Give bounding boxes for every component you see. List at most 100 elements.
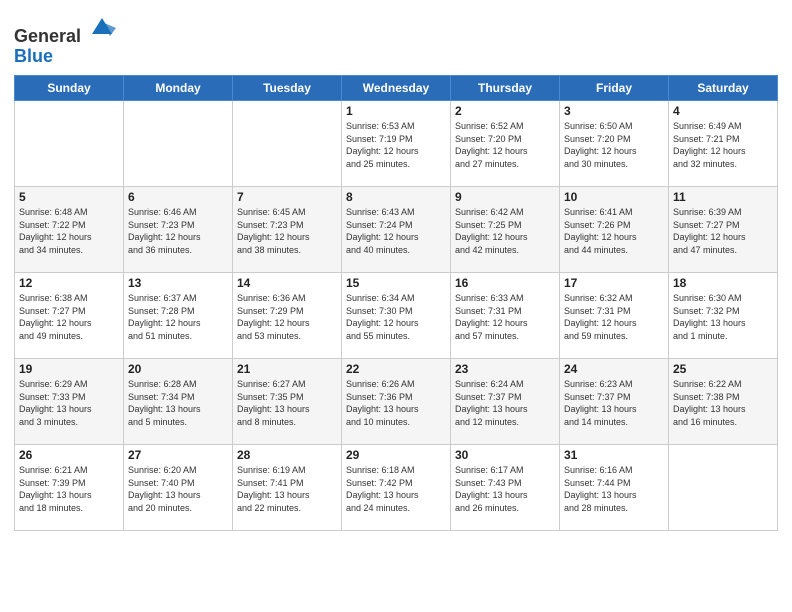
- day-of-week-header: Tuesday: [233, 76, 342, 101]
- day-of-week-header: Monday: [124, 76, 233, 101]
- day-info: Sunrise: 6:36 AM Sunset: 7:29 PM Dayligh…: [237, 292, 337, 342]
- calendar-cell: [15, 101, 124, 187]
- calendar-cell: 30Sunrise: 6:17 AM Sunset: 7:43 PM Dayli…: [451, 445, 560, 531]
- calendar-week-row: 26Sunrise: 6:21 AM Sunset: 7:39 PM Dayli…: [15, 445, 778, 531]
- day-number: 4: [673, 104, 773, 118]
- calendar-cell: 4 Sunrise: 6:49 AM Sunset: 7:21 PM Daylig…: [669, 101, 778, 187]
- day-number: 8: [346, 190, 446, 204]
- calendar-cell: [233, 101, 342, 187]
- logo-icon: [88, 14, 116, 42]
- day-info: Sunrise: 6:48 AM Sunset: 7:22 PM Dayligh…: [19, 206, 119, 256]
- day-of-week-header: Friday: [560, 76, 669, 101]
- day-info: Sunrise: 6:46 AM Sunset: 7:23 PM Dayligh…: [128, 206, 228, 256]
- day-number: 1: [346, 104, 446, 118]
- day-number: 2: [455, 104, 555, 118]
- calendar-cell: 29 Sunrise: 6:18 AM Sunset: 7:42 PM Dayli…: [342, 445, 451, 531]
- day-number: 20: [128, 362, 228, 376]
- day-number: 22: [346, 362, 446, 376]
- day-info: Sunrise: 6:30 AM Sunset: 7:32 PM Dayligh…: [673, 292, 773, 342]
- logo: General Blue: [14, 14, 116, 67]
- calendar-cell: 10 Sunrise: 6:41 AM Sunset: 7:26 PM Dayli…: [560, 187, 669, 273]
- calendar-cell: 27 Sunrise: 6:20 AM Sunset: 7:40 PM Dayli…: [124, 445, 233, 531]
- calendar-week-row: 5 Sunrise: 6:48 AM Sunset: 7:22 PM Daylig…: [15, 187, 778, 273]
- day-number: 15: [346, 276, 446, 290]
- day-number: 11: [673, 190, 773, 204]
- calendar-week-row: 19Sunrise: 6:29 AM Sunset: 7:33 PM Dayli…: [15, 359, 778, 445]
- calendar-cell: 25 Sunrise: 6:22 AM Sunset: 7:38 PM Dayli…: [669, 359, 778, 445]
- day-number: 31: [564, 448, 664, 462]
- day-number: 5: [19, 190, 119, 204]
- header: General Blue: [14, 10, 778, 67]
- day-number: 13: [128, 276, 228, 290]
- day-number: 3: [564, 104, 664, 118]
- day-number: 12: [19, 276, 119, 290]
- calendar-cell: 16 Sunrise: 6:33 AM Sunset: 7:31 PM Dayli…: [451, 273, 560, 359]
- day-info: Sunrise: 6:29 AM Sunset: 7:33 PM Dayligh…: [19, 378, 119, 428]
- calendar-cell: 13 Sunrise: 6:37 AM Sunset: 7:28 PM Dayli…: [124, 273, 233, 359]
- calendar-cell: 31 Sunrise: 6:16 AM Sunset: 7:44 PM Dayli…: [560, 445, 669, 531]
- day-number: 9: [455, 190, 555, 204]
- calendar-cell: 26Sunrise: 6:21 AM Sunset: 7:39 PM Dayli…: [15, 445, 124, 531]
- day-info: Sunrise: 6:42 AM Sunset: 7:25 PM Dayligh…: [455, 206, 555, 256]
- page: General Blue SundayMondayTuesdayWednesda…: [0, 0, 792, 612]
- day-info: Sunrise: 6:52 AM Sunset: 7:20 PM Dayligh…: [455, 120, 555, 170]
- day-number: 28: [237, 448, 337, 462]
- calendar-cell: 17Sunrise: 6:32 AM Sunset: 7:31 PM Dayli…: [560, 273, 669, 359]
- day-info: Sunrise: 6:41 AM Sunset: 7:26 PM Dayligh…: [564, 206, 664, 256]
- calendar-cell: 6 Sunrise: 6:46 AM Sunset: 7:23 PM Daylig…: [124, 187, 233, 273]
- day-number: 25: [673, 362, 773, 376]
- day-info: Sunrise: 6:50 AM Sunset: 7:20 PM Dayligh…: [564, 120, 664, 170]
- day-number: 23: [455, 362, 555, 376]
- day-info: Sunrise: 6:43 AM Sunset: 7:24 PM Dayligh…: [346, 206, 446, 256]
- calendar-cell: 5 Sunrise: 6:48 AM Sunset: 7:22 PM Daylig…: [15, 187, 124, 273]
- calendar-cell: 1Sunrise: 6:53 AM Sunset: 7:19 PM Daylig…: [342, 101, 451, 187]
- calendar-cell: 18 Sunrise: 6:30 AM Sunset: 7:32 PM Dayli…: [669, 273, 778, 359]
- day-number: 16: [455, 276, 555, 290]
- day-number: 24: [564, 362, 664, 376]
- calendar-cell: 11 Sunrise: 6:39 AM Sunset: 7:27 PM Dayli…: [669, 187, 778, 273]
- day-number: 21: [237, 362, 337, 376]
- day-info: Sunrise: 6:20 AM Sunset: 7:40 PM Dayligh…: [128, 464, 228, 514]
- day-info: Sunrise: 6:16 AM Sunset: 7:44 PM Dayligh…: [564, 464, 664, 514]
- day-number: 27: [128, 448, 228, 462]
- calendar-week-row: 12 Sunrise: 6:38 AM Sunset: 7:27 PM Dayli…: [15, 273, 778, 359]
- calendar-cell: 24 Sunrise: 6:23 AM Sunset: 7:37 PM Dayli…: [560, 359, 669, 445]
- day-info: Sunrise: 6:17 AM Sunset: 7:43 PM Dayligh…: [455, 464, 555, 514]
- day-number: 10: [564, 190, 664, 204]
- day-info: Sunrise: 6:49 AM Sunset: 7:21 PM Dayligh…: [673, 120, 773, 170]
- calendar-header-row: SundayMondayTuesdayWednesdayThursdayFrid…: [15, 76, 778, 101]
- day-info: Sunrise: 6:24 AM Sunset: 7:37 PM Dayligh…: [455, 378, 555, 428]
- calendar-cell: 7 Sunrise: 6:45 AM Sunset: 7:23 PM Daylig…: [233, 187, 342, 273]
- day-info: Sunrise: 6:37 AM Sunset: 7:28 PM Dayligh…: [128, 292, 228, 342]
- day-info: Sunrise: 6:18 AM Sunset: 7:42 PM Dayligh…: [346, 464, 446, 514]
- calendar-cell: 12 Sunrise: 6:38 AM Sunset: 7:27 PM Dayli…: [15, 273, 124, 359]
- logo-general: General: [14, 26, 81, 46]
- calendar-cell: 9 Sunrise: 6:42 AM Sunset: 7:25 PM Daylig…: [451, 187, 560, 273]
- day-info: Sunrise: 6:39 AM Sunset: 7:27 PM Dayligh…: [673, 206, 773, 256]
- day-of-week-header: Saturday: [669, 76, 778, 101]
- day-of-week-header: Thursday: [451, 76, 560, 101]
- day-of-week-header: Wednesday: [342, 76, 451, 101]
- day-info: Sunrise: 6:23 AM Sunset: 7:37 PM Dayligh…: [564, 378, 664, 428]
- calendar-cell: 23 Sunrise: 6:24 AM Sunset: 7:37 PM Dayli…: [451, 359, 560, 445]
- day-info: Sunrise: 6:27 AM Sunset: 7:35 PM Dayligh…: [237, 378, 337, 428]
- calendar-cell: 19Sunrise: 6:29 AM Sunset: 7:33 PM Dayli…: [15, 359, 124, 445]
- calendar-week-row: 1Sunrise: 6:53 AM Sunset: 7:19 PM Daylig…: [15, 101, 778, 187]
- calendar-cell: [669, 445, 778, 531]
- calendar-cell: 21 Sunrise: 6:27 AM Sunset: 7:35 PM Dayli…: [233, 359, 342, 445]
- calendar-cell: 28Sunrise: 6:19 AM Sunset: 7:41 PM Dayli…: [233, 445, 342, 531]
- day-info: Sunrise: 6:22 AM Sunset: 7:38 PM Dayligh…: [673, 378, 773, 428]
- calendar-cell: 15Sunrise: 6:34 AM Sunset: 7:30 PM Dayli…: [342, 273, 451, 359]
- day-number: 6: [128, 190, 228, 204]
- day-number: 18: [673, 276, 773, 290]
- day-number: 29: [346, 448, 446, 462]
- day-info: Sunrise: 6:33 AM Sunset: 7:31 PM Dayligh…: [455, 292, 555, 342]
- day-info: Sunrise: 6:45 AM Sunset: 7:23 PM Dayligh…: [237, 206, 337, 256]
- day-number: 7: [237, 190, 337, 204]
- day-number: 17: [564, 276, 664, 290]
- day-number: 26: [19, 448, 119, 462]
- day-info: Sunrise: 6:38 AM Sunset: 7:27 PM Dayligh…: [19, 292, 119, 342]
- calendar-cell: 8 Sunrise: 6:43 AM Sunset: 7:24 PM Daylig…: [342, 187, 451, 273]
- calendar: SundayMondayTuesdayWednesdayThursdayFrid…: [14, 75, 778, 531]
- day-info: Sunrise: 6:28 AM Sunset: 7:34 PM Dayligh…: [128, 378, 228, 428]
